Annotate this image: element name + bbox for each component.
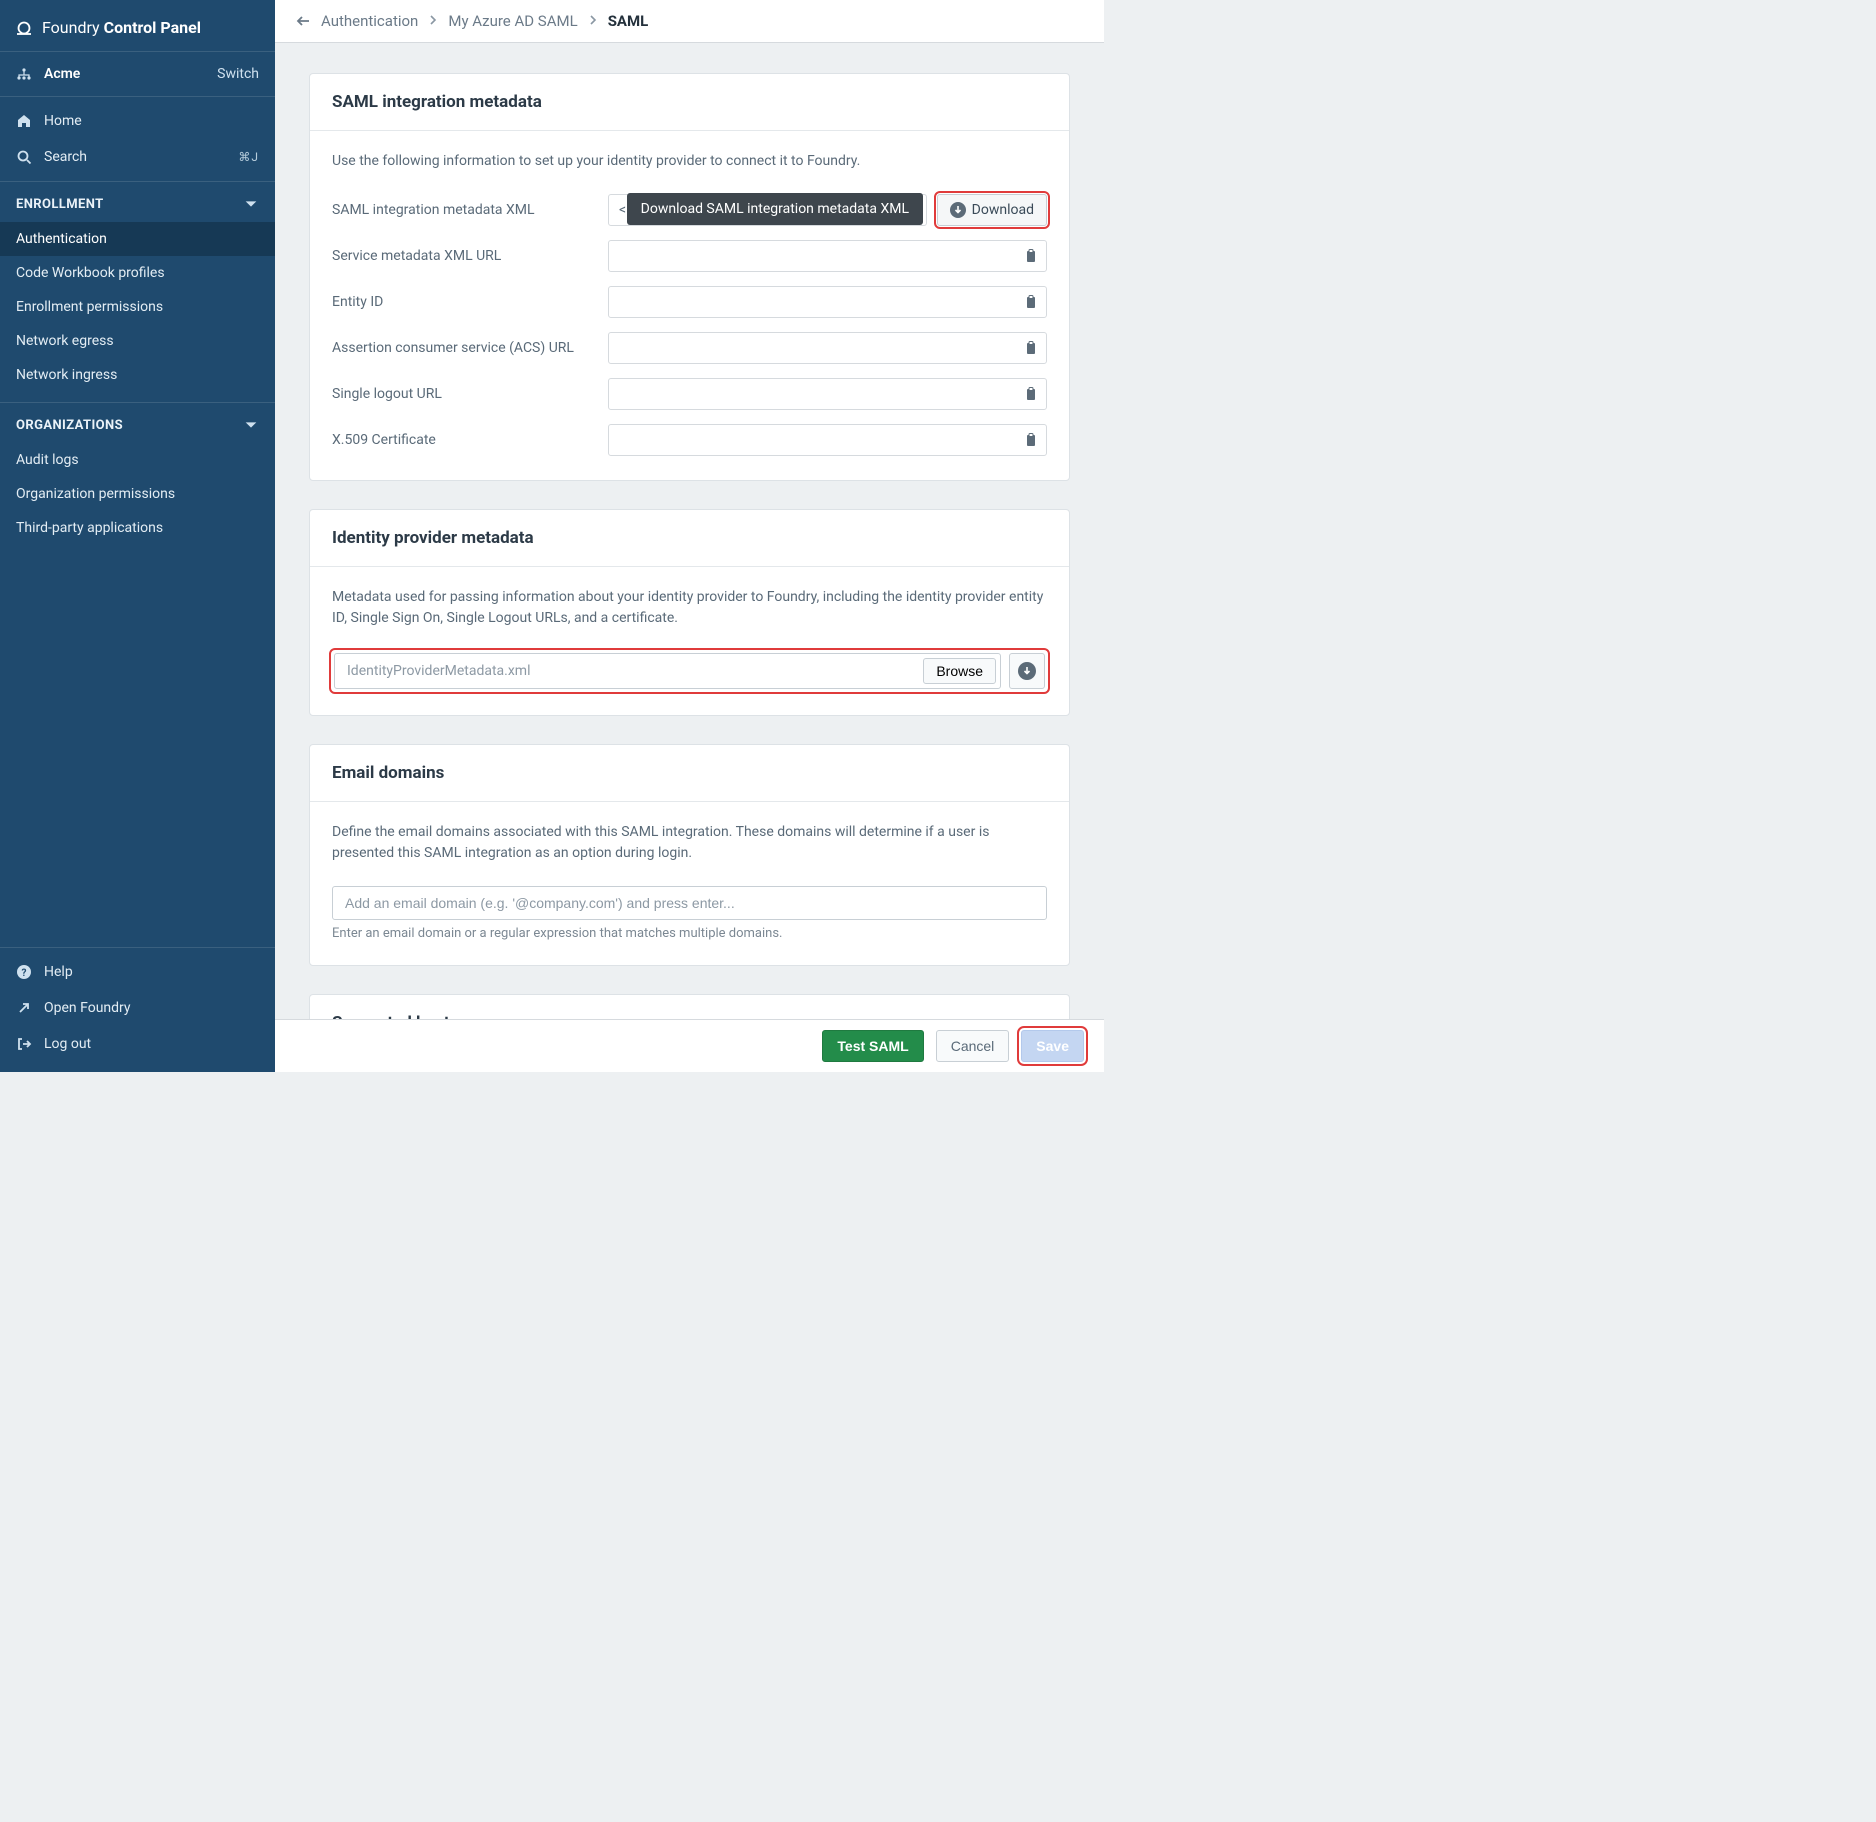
chevron-right-icon [588, 13, 598, 29]
crumb-authentication[interactable]: Authentication [321, 12, 418, 30]
home-icon [16, 113, 32, 129]
card-desc: Define the email domains associated with… [332, 822, 1047, 864]
cancel-button[interactable]: Cancel [936, 1030, 1010, 1062]
org-name: Acme [44, 66, 80, 82]
download-icon [1018, 662, 1036, 680]
open-external-icon [16, 1000, 32, 1016]
email-domain-input[interactable] [332, 886, 1047, 920]
caret-down-icon [243, 196, 259, 212]
label-service-url: Service metadata XML URL [332, 248, 592, 264]
clipboard-icon[interactable] [1023, 386, 1039, 402]
logout-icon [16, 1036, 32, 1052]
sidebar-item-third-party[interactable]: Third-party applications [0, 511, 275, 545]
crumb-azure[interactable]: My Azure AD SAML [448, 12, 577, 30]
org-switcher[interactable]: Acme Switch [0, 52, 275, 97]
label-acs-url: Assertion consumer service (ACS) URL [332, 340, 592, 356]
browse-button[interactable]: Browse [923, 658, 996, 684]
sidebar-item-org-permissions[interactable]: Organization permissions [0, 477, 275, 511]
sidebar-item-enrollment-permissions[interactable]: Enrollment permissions [0, 290, 275, 324]
save-button[interactable]: Save [1021, 1030, 1084, 1062]
field-cert[interactable] [608, 424, 1047, 456]
clipboard-icon[interactable] [1023, 248, 1039, 264]
sidebar-item-audit-logs[interactable]: Audit logs [0, 443, 275, 477]
helper-text: Enter an email domain or a regular expre… [332, 926, 1047, 941]
brand: Foundry Control Panel [0, 0, 275, 52]
download-button[interactable]: Download [937, 194, 1047, 226]
card-saml-metadata: SAML integration metadata Use the follow… [309, 73, 1070, 481]
back-arrow-icon[interactable] [295, 13, 311, 29]
caret-down-icon [243, 417, 259, 433]
label-entity-id: Entity ID [332, 294, 592, 310]
card-desc: Use the following information to set up … [332, 151, 1047, 172]
nav-home[interactable]: Home [0, 103, 275, 139]
download-tooltip: Download SAML integration metadata XML [627, 193, 923, 225]
brand-title: Foundry Control Panel [42, 18, 201, 37]
crumb-current: SAML [608, 12, 649, 30]
switch-link[interactable]: Switch [217, 66, 259, 82]
field-slo-url[interactable] [608, 378, 1047, 410]
field-entity-id[interactable] [608, 286, 1047, 318]
sidebar-item-network-egress[interactable]: Network egress [0, 324, 275, 358]
chevron-right-icon [428, 13, 438, 29]
sidebar-item-network-ingress[interactable]: Network ingress [0, 358, 275, 392]
section-enrollment[interactable]: ENROLLMENT [0, 182, 275, 222]
search-icon [16, 149, 32, 165]
card-email-domains: Email domains Define the email domains a… [309, 744, 1070, 966]
svg-text:?: ? [22, 968, 27, 979]
card-title: Email domains [332, 763, 1047, 783]
nav-help[interactable]: ? Help [0, 954, 275, 990]
search-shortcut: ⌘J [238, 150, 259, 164]
clipboard-icon[interactable] [1023, 340, 1039, 356]
nav-logout[interactable]: Log out [0, 1026, 275, 1062]
clipboard-icon[interactable] [1023, 432, 1039, 448]
file-input[interactable]: IdentityProviderMetadata.xml Browse [334, 653, 1001, 689]
sidebar-item-code-workbook[interactable]: Code Workbook profiles [0, 256, 275, 290]
download-icon [950, 202, 966, 218]
label-xml: SAML integration metadata XML [332, 202, 592, 218]
field-service-url[interactable] [608, 240, 1047, 272]
label-cert: X.509 Certificate [332, 432, 592, 448]
help-icon: ? [16, 964, 32, 980]
footer-bar: Test SAML Cancel Save [275, 1019, 1104, 1072]
test-saml-button[interactable]: Test SAML [822, 1030, 923, 1062]
nav-search[interactable]: Search ⌘J [0, 139, 275, 175]
card-idp-metadata: Identity provider metadata Metadata used… [309, 509, 1070, 716]
card-title: Identity provider metadata [332, 528, 1047, 548]
clipboard-icon[interactable] [1023, 294, 1039, 310]
card-desc: Metadata used for passing information ab… [332, 587, 1047, 629]
card-title: SAML integration metadata [332, 92, 1047, 112]
sidebar-item-authentication[interactable]: Authentication [0, 222, 275, 256]
file-placeholder: IdentityProviderMetadata.xml [347, 663, 923, 679]
nav-open-foundry[interactable]: Open Foundry [0, 990, 275, 1026]
field-acs-url[interactable] [608, 332, 1047, 364]
section-organizations[interactable]: ORGANIZATIONS [0, 403, 275, 443]
sidebar: Foundry Control Panel Acme Switch Home [0, 0, 275, 1072]
label-slo-url: Single logout URL [332, 386, 592, 402]
download-idp-button[interactable] [1009, 653, 1045, 689]
org-icon [16, 66, 32, 82]
breadcrumb-bar: Authentication My Azure AD SAML SAML [275, 0, 1104, 43]
foundry-logo-icon [16, 20, 32, 36]
